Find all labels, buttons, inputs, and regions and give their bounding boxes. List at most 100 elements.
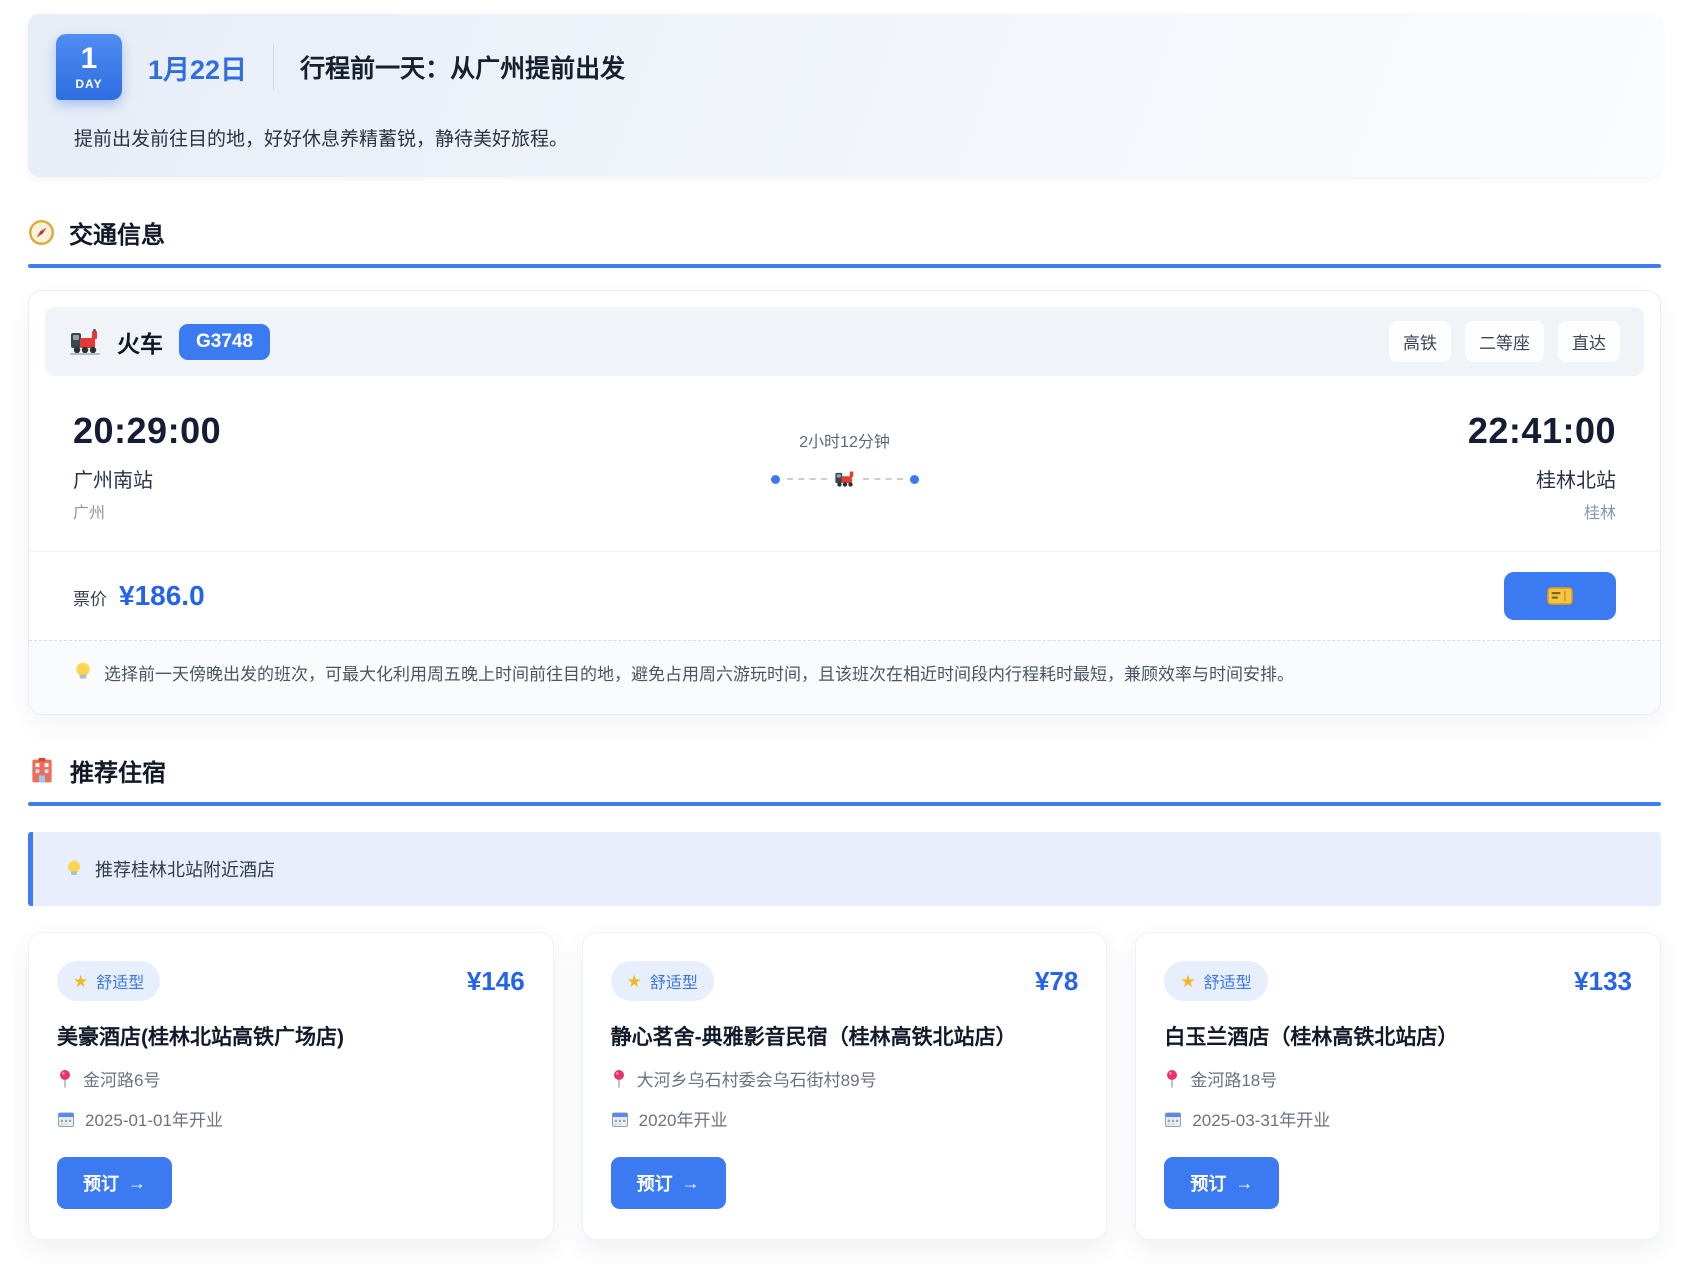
section-underline [28, 802, 1661, 806]
hotel-price: ¥133 [1574, 966, 1632, 997]
hotel-address: 大河乡乌石村委会乌石街村89号 [637, 1066, 877, 1091]
hotel-name: 静心茗舍-典雅影音民宿（桂林高铁北站店） [611, 1021, 1079, 1051]
transport-section-header: 交通信息 [28, 215, 1661, 250]
price-value: ¥186.0 [119, 580, 205, 612]
train-tag-seat: 二等座 [1465, 321, 1544, 362]
star-icon: ★ [73, 973, 88, 990]
hotel-card: ★ 舒适型 ¥78 静心茗舍-典雅影音民宿（桂林高铁北站店） 大河乡乌石村委 [582, 932, 1108, 1240]
journey-duration: 2小时12分钟 [799, 428, 890, 452]
hotel-card-top: ★ 舒适型 ¥133 [1164, 961, 1632, 1001]
hotel-address: 金河路18号 [1190, 1066, 1277, 1091]
hotel-address-row: 金河路18号 [1164, 1066, 1632, 1091]
hotel-name: 白玉兰酒店（桂林高铁北站店） [1164, 1021, 1632, 1051]
star-icon: ★ [627, 973, 642, 990]
day-label: DAY [75, 77, 102, 91]
hotel-grade-label: 舒适型 [1204, 969, 1252, 993]
hotel-price: ¥78 [1035, 966, 1078, 997]
hotels-callout-text: 推荐桂林北站附近酒店 [95, 856, 275, 882]
hotel-grade-badge: ★ 舒适型 [1164, 961, 1267, 1001]
arrival-city: 桂林 [1468, 499, 1616, 523]
hotel-grid: ★ 舒适型 ¥146 美豪酒店(桂林北站高铁广场店) 金河路6号 [28, 932, 1661, 1240]
hotel-grade-label: 舒适型 [650, 969, 698, 993]
lightbulb-icon [73, 661, 93, 683]
day-header-card: 1 DAY 1月22日 行程前一天：从广州提前出发 提前出发前往目的地，好好休息… [28, 14, 1661, 177]
journey-timeline: 2小时12分钟 [771, 410, 919, 490]
transport-section: 交通信息 火车 [28, 215, 1661, 715]
hotel-opening: 2020年开业 [639, 1106, 728, 1131]
arrow-right-icon: → [682, 1173, 700, 1194]
hotel-address-row: 金河路6号 [57, 1066, 525, 1091]
compass-icon [28, 219, 55, 246]
pin-icon [611, 1069, 627, 1089]
book-button-label: 预订 [83, 1170, 119, 1196]
hotels-section: 推荐住宿 推荐桂林北站附近酒店 ★ 舒适型 ¥146 [28, 753, 1661, 1240]
pin-icon [1164, 1069, 1180, 1089]
hotel-card-top: ★ 舒适型 ¥146 [57, 961, 525, 1001]
hotel-address: 金河路6号 [83, 1066, 160, 1091]
departure-station: 广州南站 [73, 464, 221, 493]
hotel-opening-row: 2025-03-31年开业 [1164, 1106, 1632, 1131]
calendar-icon [611, 1110, 629, 1128]
train-icon [834, 468, 856, 490]
ticket-icon [1547, 587, 1573, 605]
departure-info: 20:29:00 广州南站 广州 [73, 410, 221, 523]
book-hotel-button[interactable]: 预订 → [1164, 1157, 1279, 1209]
timeline-graphic [771, 468, 919, 490]
day-number: 1 [81, 44, 98, 74]
journey-row: 20:29:00 广州南站 广州 2小时12分钟 [29, 376, 1660, 551]
transport-section-title: 交通信息 [69, 215, 165, 250]
book-hotel-button[interactable]: 预订 → [57, 1157, 172, 1209]
day-title: 行程前一天：从广州提前出发 [300, 49, 625, 85]
arrow-right-icon: → [1235, 1173, 1253, 1194]
hotels-section-header: 推荐住宿 [28, 753, 1661, 788]
hotel-card: ★ 舒适型 ¥133 白玉兰酒店（桂林高铁北站店） 金河路18号 [1135, 932, 1661, 1240]
train-card-header: 火车 G3748 高铁 二等座 直达 [45, 307, 1644, 376]
departure-time: 20:29:00 [73, 410, 221, 452]
vertical-divider [273, 44, 274, 90]
timeline-end-dot [910, 475, 919, 484]
hotel-card: ★ 舒适型 ¥146 美豪酒店(桂林北站高铁广场店) 金河路6号 [28, 932, 554, 1240]
departure-city: 广州 [73, 499, 221, 523]
hotel-opening: 2025-01-01年开业 [85, 1106, 223, 1131]
train-icon [69, 326, 101, 358]
hotel-opening-row: 2020年开业 [611, 1106, 1079, 1131]
price-info: 票价 ¥186.0 [73, 580, 205, 612]
price-row: 票价 ¥186.0 [29, 551, 1660, 640]
lightbulb-icon [65, 858, 83, 880]
buy-ticket-button[interactable] [1504, 572, 1616, 620]
train-tags: 高铁 二等座 直达 [1389, 321, 1620, 362]
hotel-grade-badge: ★ 舒适型 [611, 961, 714, 1001]
arrival-station: 桂林北站 [1468, 464, 1616, 493]
book-button-label: 预订 [1190, 1170, 1226, 1196]
hotel-icon [28, 757, 56, 785]
hotel-address-row: 大河乡乌石村委会乌石街村89号 [611, 1066, 1079, 1091]
hotel-grade-badge: ★ 舒适型 [57, 961, 160, 1001]
hotel-opening: 2025-03-31年开业 [1192, 1106, 1330, 1131]
train-tag-type: 高铁 [1389, 321, 1451, 362]
timeline-dash-left [787, 478, 827, 480]
star-icon: ★ [1180, 973, 1195, 990]
timeline-start-dot [771, 475, 780, 484]
timeline-dash-right [863, 478, 903, 480]
book-hotel-button[interactable]: 预订 → [611, 1157, 726, 1209]
arrow-right-icon: → [128, 1173, 146, 1194]
price-label: 票价 [73, 585, 107, 610]
hotel-opening-row: 2025-01-01年开业 [57, 1106, 525, 1131]
itinerary-page: 1 DAY 1月22日 行程前一天：从广州提前出发 提前出发前往目的地，好好休息… [0, 0, 1689, 1240]
hotels-callout: 推荐桂林北站附近酒店 [28, 832, 1661, 906]
book-button-label: 预订 [637, 1170, 673, 1196]
arrival-time: 22:41:00 [1468, 410, 1616, 452]
section-underline [28, 264, 1661, 268]
day-date: 1月22日 [148, 48, 247, 87]
hotel-name: 美豪酒店(桂林北站高铁广场店) [57, 1021, 525, 1051]
train-tag-direct: 直达 [1558, 321, 1620, 362]
calendar-icon [1164, 1110, 1182, 1128]
pin-icon [57, 1069, 73, 1089]
train-tip: 选择前一天傍晚出发的班次，可最大化利用周五晚上时间前往目的地，避免占用周六游玩时… [29, 640, 1660, 714]
day-number-badge: 1 DAY [56, 34, 122, 100]
calendar-icon [57, 1110, 75, 1128]
day-header-row: 1 DAY 1月22日 行程前一天：从广州提前出发 [56, 34, 1633, 100]
train-card: 火车 G3748 高铁 二等座 直达 20:29:00 广州南站 广州 2小时1… [28, 290, 1661, 715]
hotel-card-top: ★ 舒适型 ¥78 [611, 961, 1079, 1001]
arrival-info: 22:41:00 桂林北站 桂林 [1468, 410, 1616, 523]
